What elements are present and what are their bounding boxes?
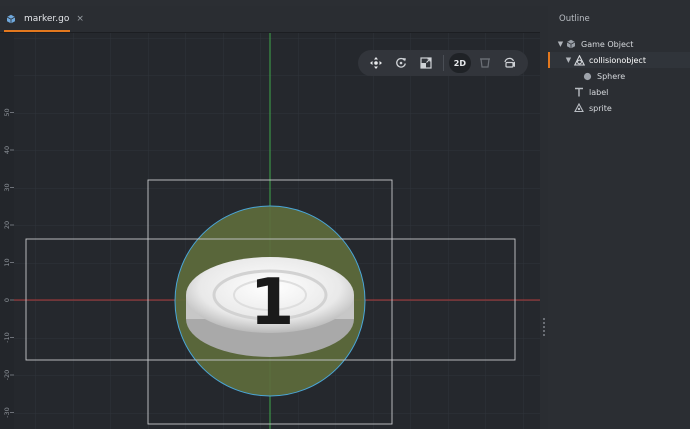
- outline-item-label[interactable]: label: [548, 84, 690, 100]
- splitter-grip[interactable]: [543, 318, 545, 336]
- scale-icon: [420, 57, 432, 69]
- outline-item-label: Sphere: [597, 71, 626, 81]
- move-icon: [370, 57, 383, 69]
- game-object-file-icon: [6, 13, 16, 25]
- ruler-label: 10: [3, 258, 11, 266]
- move-tool-button[interactable]: [364, 52, 389, 74]
- expand-arrow-icon[interactable]: ▼: [556, 40, 565, 48]
- tab-label: marker.go: [24, 14, 70, 24]
- scale-tool-button[interactable]: [414, 52, 439, 74]
- sphere-icon: [581, 70, 593, 82]
- sprite-number-text: 1: [250, 266, 295, 340]
- tab-marker-go[interactable]: marker.go ×: [4, 6, 84, 32]
- mode-2d-button[interactable]: 2D: [447, 52, 472, 74]
- ruler-label: -30: [3, 407, 11, 418]
- ruler-label: 40: [3, 146, 11, 154]
- outline-item-game-object[interactable]: ▼ Game Object: [548, 36, 690, 52]
- outline-tree: ▼ Game Object ▼ collisionobject Sphere l…: [548, 36, 690, 116]
- outline-item-label-text: sprite: [589, 103, 612, 113]
- ruler-label: 50: [3, 108, 11, 116]
- outline-item-sphere[interactable]: Sphere: [548, 68, 690, 84]
- vertical-ruler: [0, 33, 14, 429]
- toolbar-separator: [442, 55, 444, 71]
- outline-item-sprite[interactable]: sprite: [548, 100, 690, 116]
- outline-item-collisionobject[interactable]: ▼ collisionobject: [548, 52, 690, 68]
- visibility-icon: [479, 58, 490, 68]
- visibility-filter-button[interactable]: [472, 52, 497, 74]
- collision-object-icon: [573, 54, 585, 66]
- camera-icon: [504, 57, 516, 68]
- game-object-icon: [565, 38, 577, 50]
- expand-arrow-icon[interactable]: ▼: [564, 56, 573, 64]
- ruler-label: -10: [3, 332, 11, 343]
- sprite-marker-disc[interactable]: 1: [186, 257, 354, 357]
- close-icon[interactable]: ×: [76, 14, 84, 24]
- ruler-label: 20: [3, 221, 11, 229]
- scene-toolbar: 2D: [358, 50, 528, 76]
- text-label-icon: [573, 86, 585, 98]
- sprite-icon: [573, 102, 585, 114]
- outline-item-label: Game Object: [581, 39, 634, 49]
- panel-splitter[interactable]: [540, 6, 548, 429]
- ruler-label: 30: [3, 183, 11, 191]
- selection-indicator: [548, 52, 550, 68]
- ruler-label: 0: [3, 298, 11, 302]
- outline-title: Outline: [559, 14, 590, 24]
- camera-reset-button[interactable]: [497, 52, 522, 74]
- scene-viewport[interactable]: 50 40 30 20 10 0 -10 -20 -30 1: [0, 33, 540, 429]
- active-tab-indicator: [4, 30, 70, 32]
- rotate-icon: [396, 57, 407, 68]
- outline-panel: Outline ▼ Game Object ▼ collisionobject …: [548, 6, 690, 429]
- scene-canvas[interactable]: 50 40 30 20 10 0 -10 -20 -30 1: [0, 33, 540, 429]
- outline-item-label-text: label: [589, 87, 609, 97]
- mode-2d-label: 2D: [448, 53, 471, 73]
- rotate-tool-button[interactable]: [389, 52, 414, 74]
- scene-editor: marker.go × 50 40 30 20 10 0 -10 -20 -30: [0, 6, 540, 429]
- outline-item-label: collisionobject: [589, 55, 646, 65]
- editor-tab-bar: marker.go ×: [0, 6, 540, 33]
- ruler-label: -20: [3, 370, 11, 381]
